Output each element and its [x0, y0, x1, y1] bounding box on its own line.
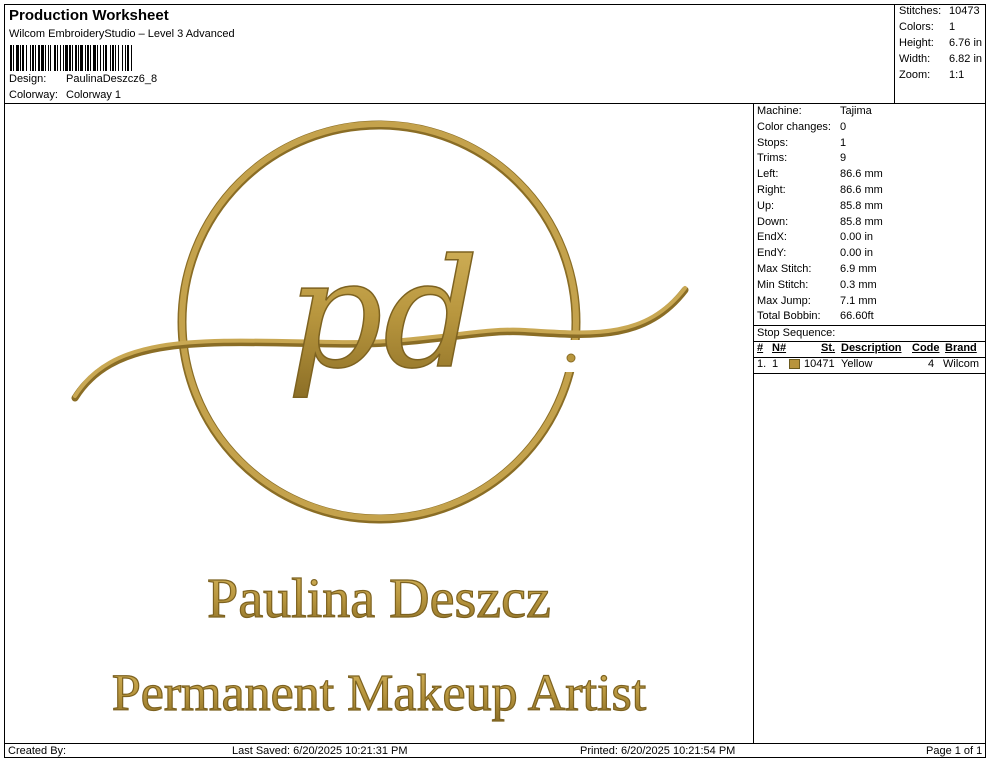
stat-value: 1:1	[949, 69, 965, 81]
stat-stitches: Stitches: 10473	[899, 5, 980, 17]
info-row: Trims: 9	[757, 152, 846, 164]
dot-mark	[566, 353, 576, 363]
info-value: Tajima	[840, 105, 872, 117]
colorway-row: Colorway: Colorway 1	[9, 89, 121, 101]
stat-value: 6.76 in	[949, 37, 983, 49]
stat-label: Height:	[899, 37, 934, 49]
colorway-label: Colorway:	[9, 89, 58, 101]
stop-row-brand: Wilcom	[943, 358, 980, 370]
worksheet-footer: Created By: Last Saved: 6/20/2025 10:21:…	[4, 744, 986, 758]
stat-value: 10473	[949, 5, 980, 17]
info-row: EndY: 0.00 in	[757, 247, 873, 259]
col-header-needle: N#	[772, 342, 787, 354]
design-value: PaulinaDeszcz6_8	[66, 73, 158, 85]
info-label: Down:	[757, 215, 789, 228]
stat-value: 1	[949, 21, 956, 33]
info-row: Down: 85.8 mm	[757, 216, 883, 228]
info-value: 86.6 mm	[840, 168, 883, 181]
info-row: Stops: 1	[757, 137, 846, 149]
colorway-value: Colorway 1	[66, 89, 122, 101]
monogram-text: pd	[287, 228, 479, 402]
thread-color-swatch	[789, 359, 800, 369]
info-label: Trims:	[757, 152, 788, 165]
stat-label: Zoom:	[899, 69, 931, 81]
info-value: 0.00 in	[840, 247, 874, 260]
barcode	[10, 45, 236, 71]
info-value: 66.60ft	[840, 310, 874, 323]
info-label: Left:	[757, 168, 779, 181]
divider	[754, 373, 986, 374]
stat-value: 6.82 in	[949, 53, 983, 65]
design-label: Design:	[9, 73, 47, 85]
stop-row-needle: 1	[772, 358, 779, 370]
stat-label: Stitches:	[899, 5, 942, 17]
info-label: EndY:	[757, 247, 787, 260]
stat-colors: Colors: 1	[899, 21, 955, 33]
info-label: Max Jump:	[757, 294, 811, 307]
stat-label: Width:	[899, 53, 931, 65]
info-row: Machine: Tajima	[757, 105, 872, 117]
col-header-index: #	[757, 342, 764, 354]
info-row: Right: 86.6 mm	[757, 184, 883, 196]
stat-zoom: Zoom: 1:1	[899, 69, 964, 81]
info-row: Color changes: 0	[757, 121, 846, 133]
info-value: 85.8 mm	[840, 215, 883, 228]
stop-row-code: 4	[928, 358, 935, 370]
info-value: 0.3 mm	[840, 278, 877, 291]
info-label: Total Bobbin:	[757, 310, 821, 323]
info-label: Right:	[757, 184, 786, 196]
info-value: 6.9 mm	[840, 263, 877, 275]
last-saved: Last Saved: 6/20/2025 10:21:31 PM	[232, 745, 408, 757]
info-value: 9	[840, 152, 847, 165]
info-label: Min Stitch:	[757, 278, 809, 291]
info-row: Max Jump: 7.1 mm	[757, 295, 877, 307]
stop-sequence-title: Stop Sequence:	[757, 327, 836, 339]
info-label: Machine:	[757, 105, 802, 117]
stat-width: Width: 6.82 in	[899, 53, 982, 65]
info-label: Color changes:	[757, 120, 831, 133]
info-row: Left: 86.6 mm	[757, 168, 883, 180]
stop-row-description: Yellow	[841, 358, 873, 370]
info-row: EndX: 0.00 in	[757, 231, 873, 243]
printed-date: Printed: 6/20/2025 10:21:54 PM	[580, 745, 736, 757]
info-row: Min Stitch: 0.3 mm	[757, 279, 877, 291]
page-title: Production Worksheet	[9, 7, 169, 24]
stat-height: Height: 6.76 in	[899, 37, 982, 49]
col-header-code: Code	[912, 342, 940, 354]
col-header-description: Description	[841, 342, 902, 354]
col-header-brand: Brand	[945, 342, 977, 354]
stats-box: Stitches: 10473 Colors: 1 Height: 6.76 in W…	[894, 4, 986, 104]
col-header-stitches: St.	[821, 342, 836, 354]
machine-info-panel: Stop Sequence: # N# St. Description Code…	[754, 104, 986, 743]
info-value: 0.00 in	[840, 231, 874, 244]
divider	[754, 325, 986, 326]
app-subtitle: Wilcom EmbroideryStudio – Level 3 Advanc…	[9, 28, 235, 40]
design-name-text: Paulina Deszcz	[207, 568, 551, 630]
info-value: 1	[840, 136, 847, 149]
info-value: 86.6 mm	[840, 184, 883, 196]
design-preview: pd Paulina Deszcz Permanent Makeup Artis…	[5, 104, 753, 743]
stop-row-stitches: 10471	[804, 358, 835, 370]
worksheet-header: Production Worksheet Wilcom EmbroiderySt…	[4, 4, 894, 104]
info-row: Up: 85.8 mm	[757, 200, 883, 212]
stat-label: Colors:	[899, 21, 934, 33]
design-row: Design: PaulinaDeszcz6_8	[9, 73, 157, 85]
info-row: Total Bobbin: 66.60ft	[757, 310, 874, 322]
info-row: Max Stitch: 6.9 mm	[757, 263, 877, 275]
info-value: 7.1 mm	[840, 294, 877, 307]
stop-row-index: 1.	[757, 358, 767, 370]
page-number: Page 1 of 1	[926, 745, 983, 757]
info-label: EndX:	[757, 231, 787, 244]
embroidery-artwork: pd Paulina Deszcz Permanent Makeup Artis…	[71, 120, 689, 723]
info-value: 85.8 mm	[840, 199, 883, 212]
info-value: 0	[840, 120, 847, 133]
barcode-bar	[132, 45, 133, 71]
info-label: Max Stitch:	[757, 263, 812, 275]
info-label: Up:	[757, 199, 775, 212]
info-label: Stops:	[757, 136, 789, 149]
created-by: Created By:	[8, 745, 67, 757]
design-tagline-text: Permanent Makeup Artist	[112, 665, 647, 722]
